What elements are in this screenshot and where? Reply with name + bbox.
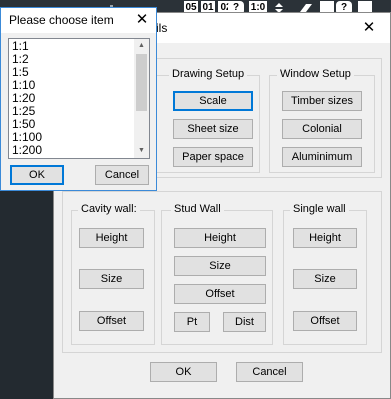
single-wall-label: Single wall [290, 203, 349, 215]
cavity-offset-button[interactable]: Offset [79, 311, 144, 331]
list-ok-button[interactable]: OK [10, 165, 64, 185]
stud-wall-group: Stud Wall Height Size Offset Pt Dist [161, 203, 273, 345]
single-size-button[interactable]: Size [293, 269, 357, 289]
drawing-setup-label: Drawing Setup [169, 68, 248, 80]
choose-item-dialog: Please choose item ✕ 1:1 1:2 1:5 1:10 1:… [0, 7, 157, 191]
scroll-up-icon[interactable]: ▲ [134, 39, 149, 53]
cancel-button[interactable]: Cancel [236, 362, 303, 382]
timber-sizes-button[interactable]: Timber sizes [282, 91, 362, 111]
cavity-wall-group: Cavity wall: Height Size Offset [71, 203, 155, 345]
scroll-thumb[interactable] [136, 54, 147, 111]
stud-wall-label: Stud Wall [171, 203, 224, 215]
single-offset-button[interactable]: Offset [293, 311, 357, 331]
stud-offset-button[interactable]: Offset [174, 284, 266, 304]
window-setup-group: Window Setup Timber sizes Colonial Alumi… [269, 68, 375, 173]
window-setup-label: Window Setup [277, 68, 354, 80]
list-cancel-button[interactable]: Cancel [95, 165, 149, 185]
vertical-scrollbar[interactable]: ▲ ▼ [134, 39, 149, 158]
main-dialog-title: ils [156, 21, 168, 35]
stud-dist-button[interactable]: Dist [223, 312, 266, 332]
drawing-setup-group: Drawing Setup Scale Sheet size Paper spa… [151, 68, 260, 173]
stud-pt-button[interactable]: Pt [174, 312, 210, 332]
item-listbox[interactable]: 1:1 1:2 1:5 1:10 1:20 1:25 1:50 1:100 1:… [8, 38, 150, 159]
scale-button[interactable]: Scale [173, 91, 253, 111]
item-list: 1:1 1:2 1:5 1:10 1:20 1:25 1:50 1:100 1:… [12, 40, 42, 157]
stud-size-button[interactable]: Size [174, 256, 266, 276]
choose-item-title: Please choose item [9, 13, 114, 27]
aluminimum-button[interactable]: Aluminimum [282, 147, 362, 167]
colonial-button[interactable]: Colonial [282, 119, 362, 139]
paper-space-button[interactable]: Paper space [173, 147, 253, 167]
stud-height-button[interactable]: Height [174, 228, 266, 248]
scroll-down-icon[interactable]: ▼ [134, 144, 149, 158]
cavity-height-button[interactable]: Height [79, 228, 144, 248]
sheet-size-button[interactable]: Sheet size [173, 119, 253, 139]
single-wall-group: Single wall Height Size Offset [283, 203, 367, 345]
close-icon[interactable]: ✕ [132, 10, 152, 30]
cavity-size-button[interactable]: Size [79, 269, 144, 289]
single-height-button[interactable]: Height [293, 228, 357, 248]
ok-button[interactable]: OK [150, 362, 217, 382]
close-icon[interactable]: ✕ [358, 17, 380, 39]
list-item[interactable]: 1:200 [12, 144, 42, 157]
choose-item-titlebar: Please choose item ✕ [1, 8, 156, 33]
cavity-wall-label: Cavity wall: [78, 203, 140, 215]
